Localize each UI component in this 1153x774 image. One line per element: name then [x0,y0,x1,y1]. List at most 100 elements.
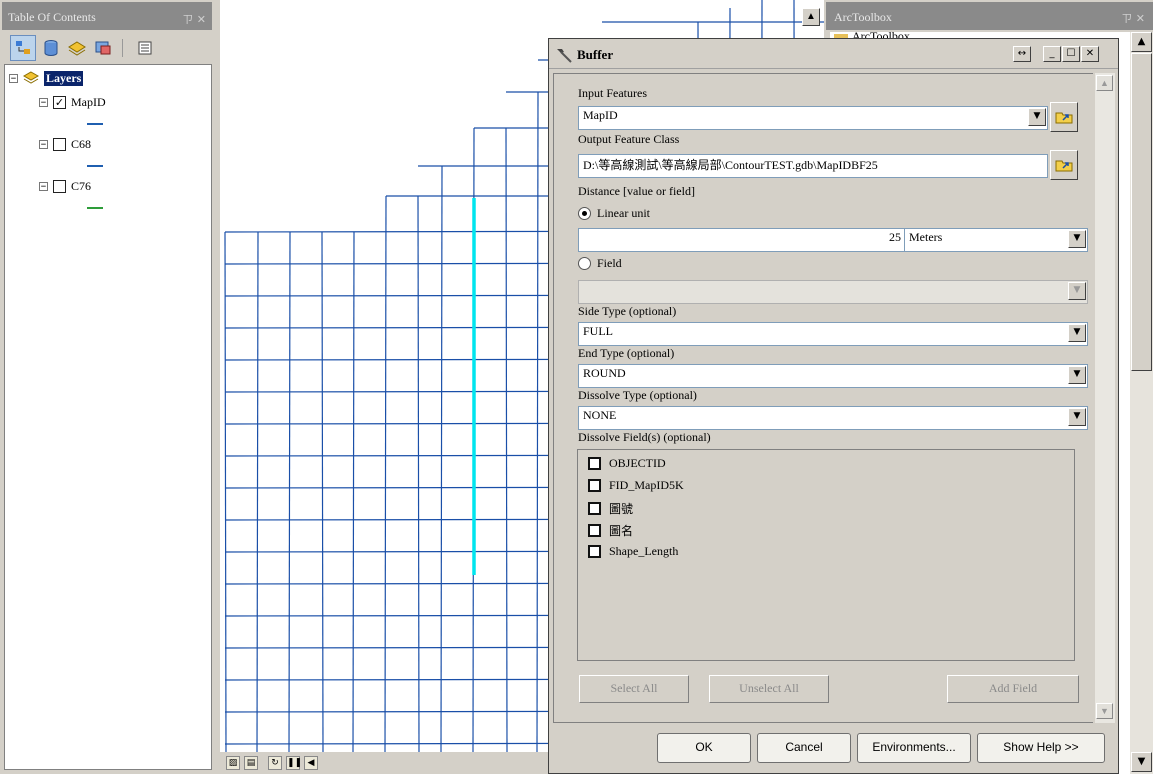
pause-drawing-icon[interactable]: ❚❚ [286,756,302,770]
layer-visibility-checkbox-c68[interactable] [53,137,66,151]
chevron-down-icon[interactable]: ▼ [1028,108,1046,126]
collapse-icon[interactable]: − [39,97,48,107]
layer-name[interactable]: MapID [71,95,106,110]
layers-root-row[interactable]: − Layers [9,69,84,87]
list-by-source-icon[interactable] [38,35,64,61]
refresh-icon[interactable]: ↻ [268,756,282,770]
layout-view-icon[interactable]: ▤ [244,756,258,770]
dissolve-field-item[interactable]: 圖名 [588,522,633,539]
arctoolbox-title-bar[interactable]: ArcToolbox ㄗ ✕ [826,2,1153,30]
layer-visibility-checkbox-c76[interactable] [53,179,66,193]
map-grid-line [440,165,443,753]
chevron-down-icon[interactable]: ▼ [1068,230,1086,248]
dissolve-fields-list[interactable]: OBJECTID FID_MapID5K 圖號 圖名 Shape_Length [577,449,1075,661]
select-all-button[interactable]: Select All [579,675,689,703]
layer-row-mapid[interactable]: − ✓ MapID [39,93,106,111]
map-grid-line [321,231,324,753]
dialog-title-bar[interactable]: Buffer ↔ _ ☐ ✕ [549,39,1118,69]
map-grid-line [417,195,420,753]
side-type-label: Side Type (optional) [578,304,677,318]
chevron-down-icon[interactable]: ▼ [1068,408,1086,426]
environments-button[interactable]: Environments... [857,733,971,763]
layer-visibility-checkbox-mapid[interactable]: ✓ [53,95,66,109]
dissolve-field-checkbox[interactable] [588,457,601,470]
linear-unit-dropdown[interactable]: Meters ▼ [904,228,1088,252]
layer-symbol-c76[interactable] [87,207,103,209]
layer-name[interactable]: C76 [71,179,91,194]
chevron-down-icon[interactable]: ▼ [1068,366,1086,384]
dissolve-type-dropdown[interactable]: NONE ▼ [578,406,1088,430]
toolbar-separator [122,39,123,57]
toc-pin-close-icon[interactable]: ㄗ ✕ [182,11,206,27]
radio-unselected-icon[interactable] [578,257,591,270]
map-grid-line [352,231,355,753]
dissolve-field-item[interactable]: OBJECTID [588,456,666,471]
radio-selected-icon[interactable] [578,207,591,220]
buffer-dialog: Buffer ↔ _ ☐ ✕ Input Features MapID ▼ Ou… [548,38,1119,774]
table-of-contents-pane: Table Of Contents ㄗ ✕ − Layers − ✓ MapID [0,0,214,774]
list-by-selection-icon[interactable] [90,35,116,61]
show-help-button[interactable]: Show Help >> [977,733,1105,763]
layer-row-c68[interactable]: − C68 [39,135,91,153]
toc-title-bar[interactable]: Table Of Contents ㄗ ✕ [2,2,212,30]
chevron-down-icon[interactable]: ▼ [1068,282,1086,300]
output-feature-class-input[interactable]: D:\等高線測試\等高線局部\ContourTEST.gdb\MapIDBF25 [578,154,1048,178]
dialog-scrollbar[interactable]: ▲ ▼ [1095,73,1115,723]
collapse-icon[interactable]: − [39,181,48,191]
end-type-dropdown[interactable]: ROUND ▼ [578,364,1088,388]
open-folder-icon [1055,112,1073,124]
resize-icon[interactable]: ↔ [1013,46,1031,62]
distance-field-dropdown[interactable]: ▼ [578,280,1088,304]
browse-input-button[interactable] [1050,102,1078,132]
input-features-dropdown[interactable]: MapID ▼ [578,106,1048,130]
side-type-dropdown[interactable]: FULL ▼ [578,322,1088,346]
map-scroll-up-icon[interactable]: ▲ [802,8,820,26]
maximize-icon[interactable]: ☐ [1062,46,1080,62]
distance-value-input[interactable]: 25 [578,228,906,252]
list-by-drawing-order-icon[interactable] [10,35,36,61]
unit-value: Meters [909,230,943,244]
dissolve-type-label: Dissolve Type (optional) [578,388,697,402]
scroll-thumb[interactable] [1131,53,1152,371]
toolbox-item-label[interactable]: ArcToolbox [852,29,910,38]
dissolve-field-checkbox[interactable] [588,545,601,558]
dissolve-field-item[interactable]: Shape_Length [588,544,678,559]
chevron-down-icon[interactable]: ▼ [1068,324,1086,342]
field-radio[interactable]: Field [578,256,622,271]
browse-output-button[interactable] [1050,150,1078,180]
dissolve-field-checkbox[interactable] [588,479,601,492]
scroll-up-icon[interactable]: ▲ [1096,75,1113,91]
collapse-icon[interactable]: − [39,139,48,149]
cancel-button[interactable]: Cancel [757,733,851,763]
ok-button[interactable]: OK [657,733,751,763]
map-grid-line [505,127,508,753]
unselect-all-button[interactable]: Unselect All [709,675,829,703]
output-feature-class-label: Output Feature Class [578,132,680,146]
layer-name[interactable]: C68 [71,137,91,152]
tool-hammer-icon [557,49,572,63]
arctoolbox-pin-close-icon[interactable]: ㄗ ✕ [1121,10,1145,26]
data-view-icon[interactable]: ▨ [226,756,240,770]
scroll-left-icon[interactable]: ◀ [304,756,318,770]
scroll-down-icon[interactable]: ▼ [1131,752,1152,772]
toc-options-icon[interactable] [132,35,158,61]
dissolve-field-checkbox[interactable] [588,524,601,537]
minimize-icon[interactable]: _ [1043,46,1061,62]
dissolve-field-name: 圖號 [609,502,634,516]
close-icon[interactable]: ✕ [1081,46,1099,62]
layer-symbol-mapid[interactable] [87,123,103,125]
linear-unit-radio[interactable]: Linear unit [578,206,650,221]
add-field-button[interactable]: Add Field [947,675,1079,703]
layers-root-label[interactable]: Layers [44,70,84,86]
dissolve-field-name: OBJECTID [609,456,666,470]
arctoolbox-scrollbar[interactable]: ▲ ▼ [1130,32,1153,774]
scroll-down-icon[interactable]: ▼ [1096,703,1113,719]
collapse-icon[interactable]: − [9,73,18,83]
dissolve-field-item[interactable]: FID_MapID5K [588,478,684,493]
scroll-up-icon[interactable]: ▲ [1131,32,1152,52]
dissolve-field-item[interactable]: 圖號 [588,500,633,517]
layer-row-c76[interactable]: − C76 [39,177,91,195]
dissolve-field-checkbox[interactable] [588,502,601,515]
layer-symbol-c68[interactable] [87,165,103,167]
list-by-visibility-icon[interactable] [64,35,90,61]
